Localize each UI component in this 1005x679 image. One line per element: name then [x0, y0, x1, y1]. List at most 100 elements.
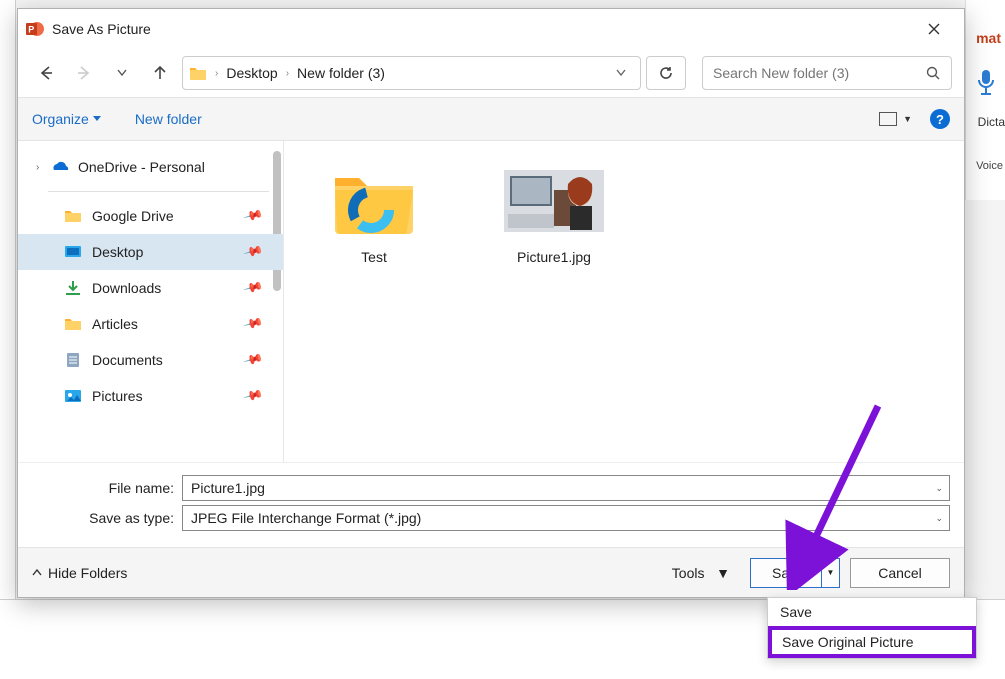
pin-icon: 📌: [242, 205, 264, 227]
voice-group-label: Voice: [976, 160, 1003, 172]
sidebar-item-label: OneDrive - Personal: [78, 159, 205, 175]
organize-label: Organize: [32, 111, 89, 127]
hide-folders-label: Hide Folders: [48, 565, 127, 581]
new-folder-button[interactable]: New folder: [135, 111, 202, 127]
hide-folders-button[interactable]: Hide Folders: [32, 565, 127, 581]
pin-icon: 📌: [242, 277, 264, 299]
sidebar-item-label: Downloads: [92, 280, 161, 296]
sidebar-item-onedrive[interactable]: › OneDrive - Personal: [18, 149, 283, 185]
pin-icon: 📌: [242, 313, 264, 335]
chevron-right-icon[interactable]: ›: [36, 162, 50, 173]
menu-item-save[interactable]: Save: [768, 598, 976, 626]
arrow-left-icon: [38, 65, 54, 81]
download-icon: [64, 280, 84, 296]
organize-menu[interactable]: Organize: [32, 111, 101, 127]
search-input[interactable]: [713, 65, 926, 81]
nav-back-button[interactable]: [30, 57, 62, 89]
arrow-up-icon: [152, 65, 168, 81]
form-area: File name: Picture1.jpg ⌄ Save as type: …: [18, 462, 964, 547]
breadcrumb-new-folder[interactable]: New folder (3): [291, 61, 391, 85]
pin-icon: 📌: [242, 241, 264, 263]
filetype-row: Save as type: JPEG File Interchange Form…: [32, 505, 950, 531]
nav-recent-button[interactable]: [106, 57, 138, 89]
divider: [48, 191, 269, 192]
cancel-label: Cancel: [878, 565, 922, 581]
svg-text:P: P: [28, 25, 34, 35]
footer: Hide Folders Tools ▼ Save ▼ Cancel: [18, 547, 964, 597]
chevron-down-icon: [616, 69, 626, 77]
folder-icon: [189, 65, 207, 81]
navigation-sidebar: › OneDrive - Personal Google Drive 📌 Des…: [18, 141, 284, 462]
help-button[interactable]: ?: [930, 109, 950, 129]
sidebar-item-documents[interactable]: Documents 📌: [18, 342, 283, 378]
tools-menu[interactable]: Tools ▼: [672, 565, 730, 581]
chevron-down-icon: [117, 69, 127, 77]
pin-icon: 📌: [242, 349, 264, 371]
view-mode-dropdown[interactable]: ▼: [903, 114, 912, 124]
chevron-down-icon: [93, 116, 101, 122]
file-name-label: Test: [361, 249, 387, 265]
filename-value: Picture1.jpg: [191, 480, 265, 496]
sidebar-item-label: Articles: [92, 316, 138, 332]
sidebar-item-pictures[interactable]: Pictures 📌: [18, 378, 283, 414]
dictate-mic-icon: [975, 68, 997, 98]
save-split-button[interactable]: Save ▼: [750, 558, 840, 588]
address-history-dropdown[interactable]: [608, 69, 634, 77]
file-item-picture1[interactable]: Picture1.jpg: [484, 161, 624, 265]
slide-thumbnail-strip: [0, 0, 16, 679]
view-mode-button[interactable]: [879, 112, 897, 126]
file-list-pane[interactable]: Test Picture1.jpg: [284, 141, 964, 462]
dialog-body: › OneDrive - Personal Google Drive 📌 Des…: [18, 141, 964, 462]
sidebar-item-google-drive[interactable]: Google Drive 📌: [18, 198, 283, 234]
titlebar: P Save As Picture: [18, 9, 964, 49]
filetype-value: JPEG File Interchange Format (*.jpg): [191, 510, 421, 526]
filetype-label: Save as type:: [32, 510, 182, 526]
sidebar-item-downloads[interactable]: Downloads 📌: [18, 270, 283, 306]
folder-thumbnail: [324, 161, 424, 241]
close-icon: [928, 23, 940, 35]
refresh-icon: [658, 65, 674, 81]
chevron-down-icon[interactable]: ⌄: [935, 513, 943, 524]
chevron-up-icon: [32, 569, 42, 577]
file-item-test-folder[interactable]: Test: [304, 161, 444, 265]
image-thumbnail: [504, 161, 604, 241]
toolbar-row: Organize New folder ▼ ?: [18, 97, 964, 141]
tools-label: Tools: [672, 565, 705, 581]
close-button[interactable]: [912, 14, 956, 44]
filename-label: File name:: [32, 480, 182, 496]
save-dropdown-arrow[interactable]: ▼: [821, 559, 839, 587]
folder-icon: [64, 316, 84, 332]
sidebar-item-desktop[interactable]: Desktop 📌: [18, 234, 283, 270]
pin-icon: 📌: [242, 385, 264, 407]
format-tab-text: mat: [976, 30, 1001, 46]
cancel-button[interactable]: Cancel: [850, 558, 950, 588]
search-icon: [926, 66, 941, 81]
sidebar-item-label: Pictures: [92, 388, 143, 404]
nav-forward-button[interactable]: [68, 57, 100, 89]
filename-input[interactable]: Picture1.jpg ⌄: [182, 475, 950, 501]
file-name-label: Picture1.jpg: [517, 249, 591, 265]
filetype-select[interactable]: JPEG File Interchange Format (*.jpg) ⌄: [182, 505, 950, 531]
search-box[interactable]: [702, 56, 952, 90]
chevron-down-icon[interactable]: ⌄: [935, 483, 943, 494]
chevron-right-icon[interactable]: ›: [284, 68, 291, 79]
sidebar-item-articles[interactable]: Articles 📌: [18, 306, 283, 342]
sidebar-item-label: Desktop: [92, 244, 143, 260]
refresh-button[interactable]: [646, 56, 686, 90]
save-dropdown-menu: Save Save Original Picture: [767, 597, 977, 659]
save-label: Save: [772, 565, 818, 581]
dictate-label: Dicta: [978, 115, 1005, 129]
chevron-right-icon[interactable]: ›: [213, 68, 220, 79]
dialog-title: Save As Picture: [52, 21, 912, 37]
powerpoint-icon: P: [26, 20, 44, 38]
folder-icon: [64, 208, 84, 224]
menu-item-save-original-picture[interactable]: Save Original Picture: [768, 626, 976, 658]
nav-row: › Desktop › New folder (3): [18, 49, 964, 97]
nav-up-button[interactable]: [144, 57, 176, 89]
onedrive-icon: [50, 160, 70, 174]
save-as-picture-dialog: P Save As Picture › Desktop › New: [17, 8, 965, 598]
document-icon: [64, 352, 84, 368]
breadcrumb-desktop[interactable]: Desktop: [220, 61, 283, 85]
breadcrumb-address-bar[interactable]: › Desktop › New folder (3): [182, 56, 641, 90]
arrow-right-icon: [76, 65, 92, 81]
